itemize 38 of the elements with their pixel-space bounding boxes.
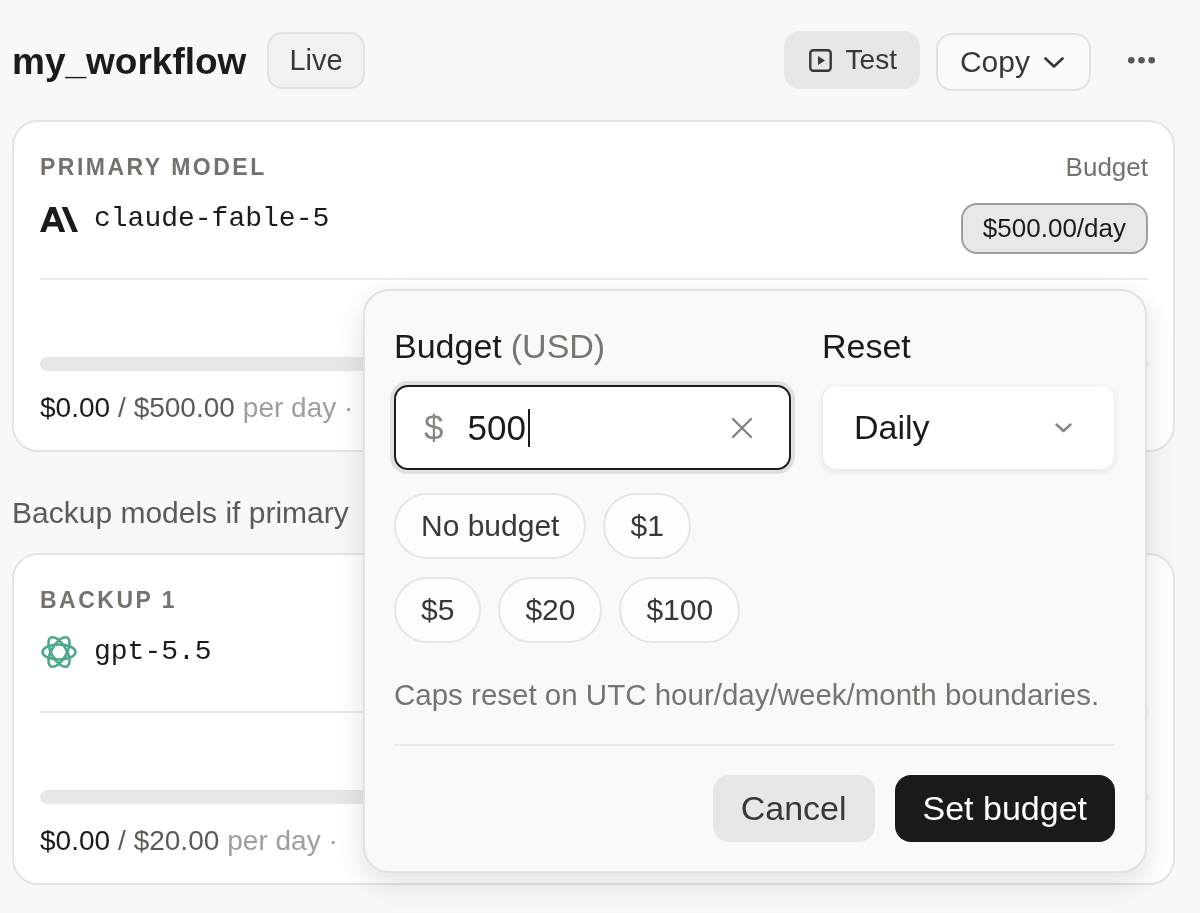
model-name: claude-fable-5: [94, 202, 330, 236]
usage-spent: $0.00: [40, 392, 111, 423]
budget-label: Budget: [1065, 152, 1148, 182]
model-name: gpt-5.5: [94, 635, 212, 669]
model-role-label: PRIMARY MODEL: [40, 153, 268, 182]
usage-period: per day ·: [227, 825, 338, 856]
usage-spent: $0.00: [40, 825, 111, 856]
usage-limit: / $500.00: [118, 392, 235, 423]
interlocking-loops-icon: [40, 633, 78, 671]
workflow-title: my_workflow: [12, 40, 247, 84]
a-slash-logo-icon: [40, 206, 78, 232]
preset-amount-button[interactable]: $100: [619, 577, 741, 643]
chevron-down-icon: [1055, 422, 1072, 433]
preset-amount-button[interactable]: No budget: [394, 493, 587, 559]
text-cursor-icon: [527, 408, 530, 447]
set-budget-button[interactable]: Set budget: [894, 775, 1115, 842]
cancel-button[interactable]: Cancel: [712, 775, 875, 842]
preset-amount-button[interactable]: $20: [498, 577, 603, 643]
reset-period-dropdown[interactable]: Daily: [822, 385, 1115, 470]
hint-text: Caps reset on UTC hour/day/week/month boundaries.: [394, 678, 1101, 712]
budget-field-label: Budget: [394, 327, 502, 365]
chevron-down-icon: [1044, 56, 1064, 68]
currency-prefix: $: [424, 407, 444, 448]
usage-limit: / $20.00: [118, 825, 220, 856]
play-square-icon: [808, 48, 832, 72]
reset-field-label: Reset: [822, 327, 911, 365]
usage-period: per day ·: [242, 392, 354, 423]
preset-amount-button[interactable]: $5: [394, 577, 482, 643]
budget-button[interactable]: $500.00/day: [960, 203, 1148, 254]
test-button[interactable]: Test: [783, 31, 920, 89]
model-role-label: BACKUP 1: [40, 586, 179, 615]
preset-amount-button[interactable]: $1: [603, 493, 691, 559]
more-icon: [1128, 56, 1155, 64]
status-badge: Live: [267, 31, 365, 89]
currency-unit-label: (USD): [510, 327, 606, 365]
clear-icon: [731, 416, 753, 439]
copy-button[interactable]: Copy: [935, 33, 1091, 91]
section-heading: Backup models if primary: [12, 496, 349, 530]
